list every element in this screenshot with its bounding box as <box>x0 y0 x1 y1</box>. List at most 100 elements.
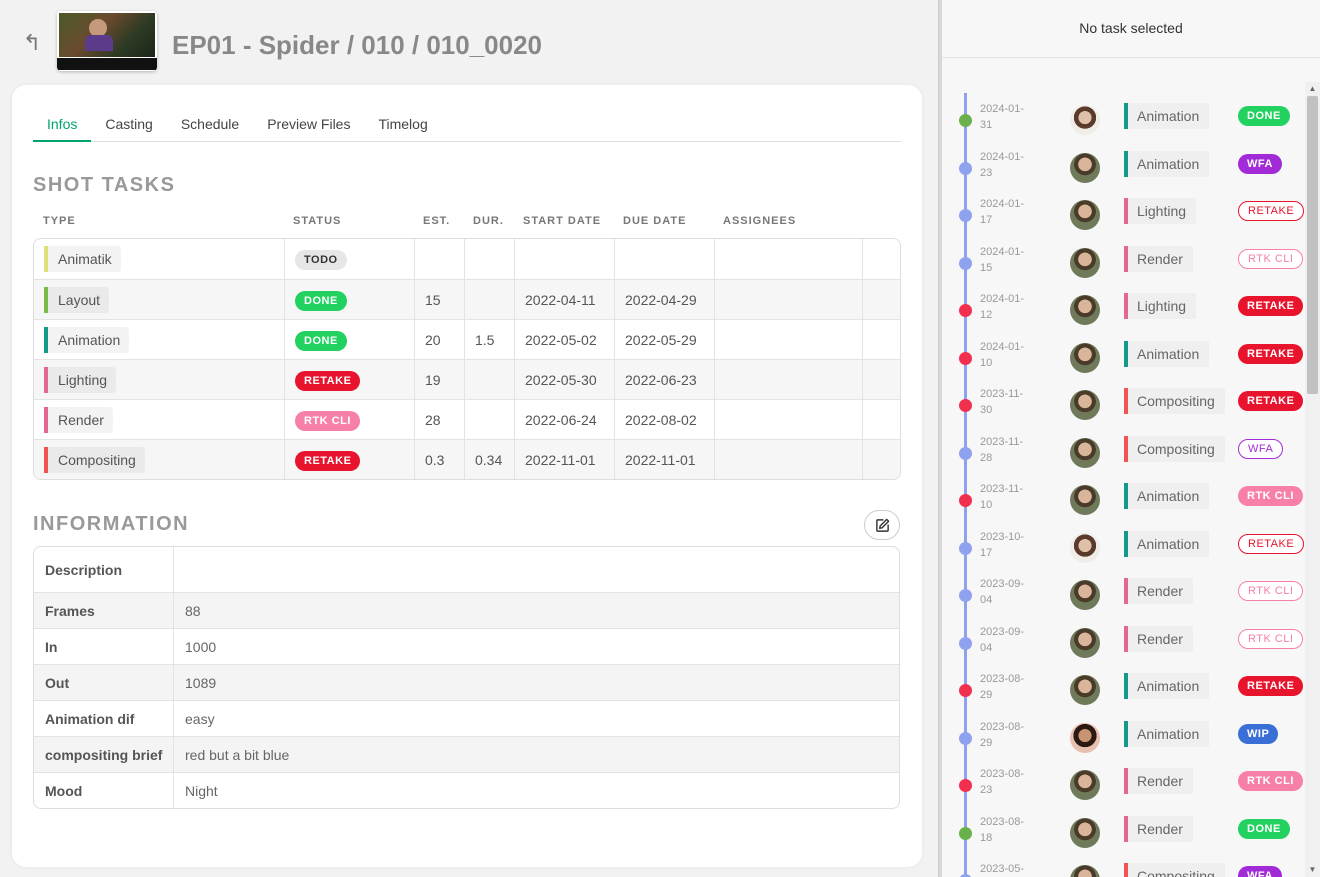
timeline-entry[interactable]: 2023-10- 17 Animation RETAKE <box>942 530 1305 578</box>
task-assignees-cell[interactable] <box>714 360 862 400</box>
task-est-cell: 28 <box>414 400 464 440</box>
column-header: START DATE <box>523 215 602 227</box>
timeline-entry[interactable]: 2024-01- 17 Lighting RETAKE <box>942 198 1305 245</box>
task-type-label[interactable]: Lighting <box>44 367 117 393</box>
status-badge[interactable]: DONE <box>295 331 347 352</box>
timeline-entry[interactable]: 2023-09- 04 Render RTK CLI <box>942 578 1305 625</box>
info-value[interactable]: 1089 <box>185 665 216 700</box>
scroll-down-icon[interactable]: ▼ <box>1308 865 1317 875</box>
status-badge[interactable]: DONE <box>295 291 347 312</box>
status-badge: WFA <box>1238 153 1282 174</box>
column-header: TYPE <box>43 215 76 227</box>
tasks-table: Animatik TODO Layout DONE 15 2022-04-11 2022-0… <box>33 238 901 480</box>
avatar <box>1070 247 1100 278</box>
info-value[interactable]: Night <box>185 773 218 808</box>
status-badge[interactable]: TODO <box>295 250 347 271</box>
timeline-entry[interactable]: 2023-08- 29 Animation WIP <box>942 720 1305 768</box>
entry-date-line: 23 <box>980 784 993 796</box>
scrollbar-thumb[interactable] <box>1307 96 1318 394</box>
task-status-cell: RETAKE <box>284 360 414 400</box>
task-dur-cell <box>464 400 514 440</box>
task-dur-cell: 0.34 <box>464 440 514 479</box>
entry-date: 2024-01- 17 <box>980 196 1034 228</box>
task-assignees-cell[interactable] <box>714 280 862 320</box>
timeline-entry[interactable]: 2024-01- 31 Animation DONE <box>942 103 1305 150</box>
timeline-entry[interactable]: 2024-01- 10 Animation RETAKE <box>942 340 1305 388</box>
avatar <box>1070 532 1100 563</box>
task-dur-cell <box>464 280 514 320</box>
entry-date-line: 2024-01- <box>980 150 1025 163</box>
task-row[interactable]: Compositing RETAKE 0.3 0.34 2022-11-01 2022-1… <box>34 439 900 479</box>
entry-task-label: Animation <box>1124 340 1210 367</box>
task-row[interactable]: Lighting RETAKE 19 2022-05-30 2022-06-23 <box>34 359 900 400</box>
entry-task-label: Animation <box>1124 150 1210 177</box>
task-due-cell: 2022-05-29 <box>614 320 714 360</box>
info-key: Animation dif <box>34 701 174 736</box>
task-dur-cell: 1.5 <box>464 320 514 360</box>
edit-button[interactable] <box>864 510 900 540</box>
task-type-cell: Animatik <box>34 239 284 279</box>
timeline-entry[interactable]: 2023-08- 29 Animation RETAKE <box>942 673 1305 720</box>
task-type-label[interactable]: Layout <box>44 287 110 313</box>
timeline-entry[interactable]: 2023-11- 10 Animation RTK CLI <box>942 483 1305 530</box>
task-start-cell: 2022-06-24 <box>514 400 614 440</box>
task-type-cell: Render <box>34 400 284 440</box>
avatar <box>1070 485 1100 515</box>
status-badge[interactable]: RTK CLI <box>295 411 360 432</box>
page-title: EP01 - Spider / 010 / 010_0020 <box>172 30 543 60</box>
task-due-cell: 2022-11-01 <box>614 440 714 479</box>
tab-timelog[interactable]: Timelog <box>364 105 441 142</box>
entry-date: 2023-09- 04 <box>980 576 1034 608</box>
timeline-entry[interactable]: 2023-08- 18 Render DONE <box>942 815 1305 863</box>
task-assignees-cell[interactable] <box>714 400 862 440</box>
info-value[interactable]: red but a bit blue <box>185 737 289 772</box>
task-due-cell: 2022-08-02 <box>614 400 714 440</box>
status-badge[interactable]: RETAKE <box>295 451 361 472</box>
task-type-label[interactable]: Render <box>44 407 113 433</box>
timeline-entry[interactable]: 2024-01- 23 Animation WFA <box>942 150 1305 198</box>
status-badge: RTK CLI <box>1238 486 1303 506</box>
status-badge: RTK CLI <box>1238 581 1304 601</box>
status-badge: DONE <box>1238 818 1290 839</box>
task-est-cell <box>414 239 464 279</box>
task-row[interactable]: Render RTK CLI 28 2022-06-24 2022-08-02 <box>34 399 900 440</box>
timeline-entry[interactable]: 2023-05- Compositing WFA <box>942 863 1305 877</box>
task-row[interactable]: Animation DONE 20 1.5 2022-05-02 2022-05-29 <box>34 319 900 360</box>
info-value[interactable]: 1000 <box>185 629 216 664</box>
timeline-entry[interactable]: 2023-11- 28 Compositing WFA <box>942 435 1305 483</box>
entry-date: 2023-11- 10 <box>980 481 1034 513</box>
task-row[interactable]: Animatik TODO <box>34 239 900 279</box>
back-arrow-icon[interactable]: ↰ <box>20 30 44 56</box>
entry-date-line: 17 <box>980 546 993 559</box>
task-assignees-cell[interactable] <box>714 239 862 279</box>
entry-date-line: 2023-10- <box>980 530 1025 543</box>
task-type-label[interactable]: Animatik <box>44 246 121 272</box>
task-row[interactable]: Layout DONE 15 2022-04-11 2022-04-29 <box>34 279 900 320</box>
timeline-entry[interactable]: 2024-01- 15 Render RTK CLI <box>942 245 1305 293</box>
task-assignees-cell[interactable] <box>714 320 862 360</box>
avatar <box>1070 437 1100 468</box>
info-value[interactable]: easy <box>185 701 215 736</box>
info-value[interactable]: 88 <box>185 593 201 628</box>
timeline-dot <box>959 351 972 365</box>
avatar <box>1070 295 1100 325</box>
task-type-label[interactable]: Animation <box>44 327 130 353</box>
tab-schedule[interactable]: Schedule <box>167 105 253 142</box>
task-assignees-cell[interactable] <box>714 440 862 479</box>
status-badge: RETAKE <box>1238 296 1304 316</box>
shot-thumbnail[interactable] <box>57 11 157 71</box>
entry-task-label: Animation <box>1124 720 1210 747</box>
task-type-label[interactable]: Compositing <box>44 447 145 473</box>
timeline-entry[interactable]: 2023-08- 23 Render RTK CLI <box>942 768 1305 815</box>
timeline-entry[interactable]: 2023-11- 30 Compositing RETAKE <box>942 388 1305 435</box>
tab-preview-files[interactable]: Preview Files <box>253 105 364 142</box>
timeline-entry[interactable]: 2023-09- 04 Render RTK CLI <box>942 625 1305 673</box>
avatar <box>1070 580 1100 610</box>
entry-date-line: 2024-01- <box>980 340 1025 353</box>
timeline-entry[interactable]: 2024-01- 12 Lighting RETAKE <box>942 293 1305 340</box>
timeline-scrollbar[interactable]: ▲ ▼ <box>1305 82 1320 877</box>
status-badge[interactable]: RETAKE <box>295 371 361 392</box>
tab-infos[interactable]: Infos <box>33 105 92 142</box>
scroll-up-icon[interactable]: ▲ <box>1308 84 1317 94</box>
tab-casting[interactable]: Casting <box>91 105 166 142</box>
